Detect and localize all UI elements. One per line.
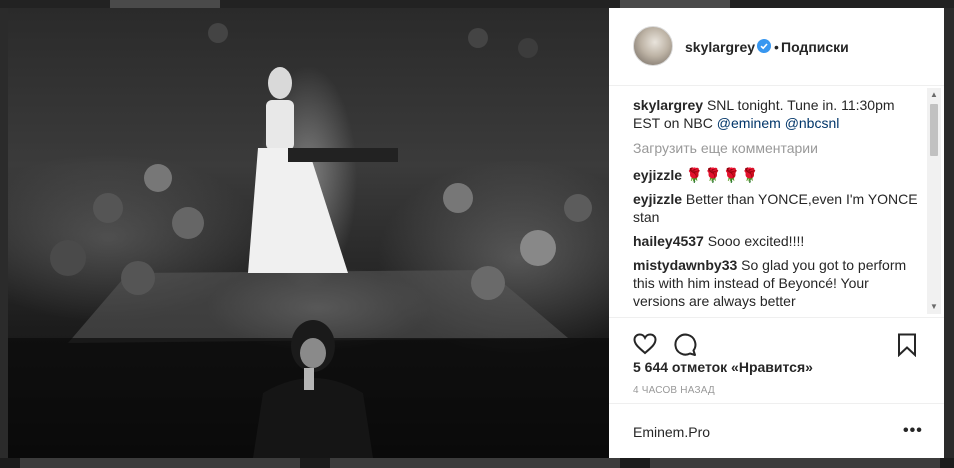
comment-text: Sooo excited!!!! — [707, 233, 805, 249]
mention-link[interactable]: @nbcsnl — [785, 115, 840, 131]
scroll-up-arrow-icon[interactable]: ▲ — [927, 88, 941, 102]
backdrop-tile — [620, 0, 730, 8]
post-header: skylargrey • Подписки — [609, 8, 944, 86]
comment-username[interactable]: eyjizzle — [633, 167, 682, 183]
bookmark-icon[interactable] — [897, 333, 917, 357]
comment-item: eyjizzle Better than YONCE,even I'm YONC… — [633, 190, 921, 226]
scrollbar-thumb[interactable] — [930, 104, 938, 156]
backdrop-tile — [330, 458, 620, 468]
comment-bubble-icon[interactable] — [673, 333, 697, 357]
post-photo[interactable] — [8, 8, 609, 458]
backdrop-tile — [650, 458, 940, 468]
backdrop-tile — [20, 458, 300, 468]
likes-count[interactable]: 5 644 отметок «Нравится» — [633, 359, 813, 375]
comments-list[interactable]: skylargrey SNL tonight. Tune in. 11:30pm… — [609, 86, 944, 316]
author-username[interactable]: skylargrey — [685, 39, 755, 55]
concert-scene — [8, 23, 609, 458]
caption-username[interactable]: skylargrey — [633, 97, 703, 113]
more-options-icon[interactable]: ••• — [903, 422, 923, 440]
comment-item: mistydawnby33 So glad you got to perform… — [633, 256, 921, 310]
comment-username[interactable]: eyjizzle — [633, 191, 682, 207]
mention-link[interactable]: @eminem — [717, 115, 781, 131]
separator-dot: • — [774, 39, 779, 55]
action-bar — [609, 317, 944, 362]
comment-item: eyjizzle 🌹🌹🌹🌹 — [633, 166, 921, 184]
comment-footer: Eminem.Pro ••• — [609, 403, 944, 459]
following-button[interactable]: Подписки — [781, 39, 849, 55]
heart-icon[interactable] — [633, 333, 657, 355]
post-side-panel: skylargrey • Подписки skylargrey SNL ton… — [609, 8, 944, 458]
post-timestamp[interactable]: 4 ЧАСОВ НАЗАД — [633, 385, 715, 396]
comment-item: hailey4537 Sooo excited!!!! — [633, 232, 921, 250]
comment-username[interactable]: hailey4537 — [633, 233, 704, 249]
backdrop-tile — [110, 0, 220, 8]
load-more-comments-link[interactable]: Загрузить еще комментарии — [633, 140, 921, 156]
comment-input[interactable]: Eminem.Pro — [633, 424, 710, 440]
comment-username[interactable]: mistydawnby33 — [633, 257, 737, 273]
comment-text: 🌹🌹🌹🌹 — [685, 167, 760, 183]
comments-scrollbar[interactable]: ▲ ▼ — [927, 88, 941, 314]
avatar[interactable] — [633, 26, 673, 66]
verified-badge-icon — [757, 39, 771, 53]
scroll-down-arrow-icon[interactable]: ▼ — [927, 300, 941, 314]
caption: skylargrey SNL tonight. Tune in. 11:30pm… — [633, 96, 921, 132]
